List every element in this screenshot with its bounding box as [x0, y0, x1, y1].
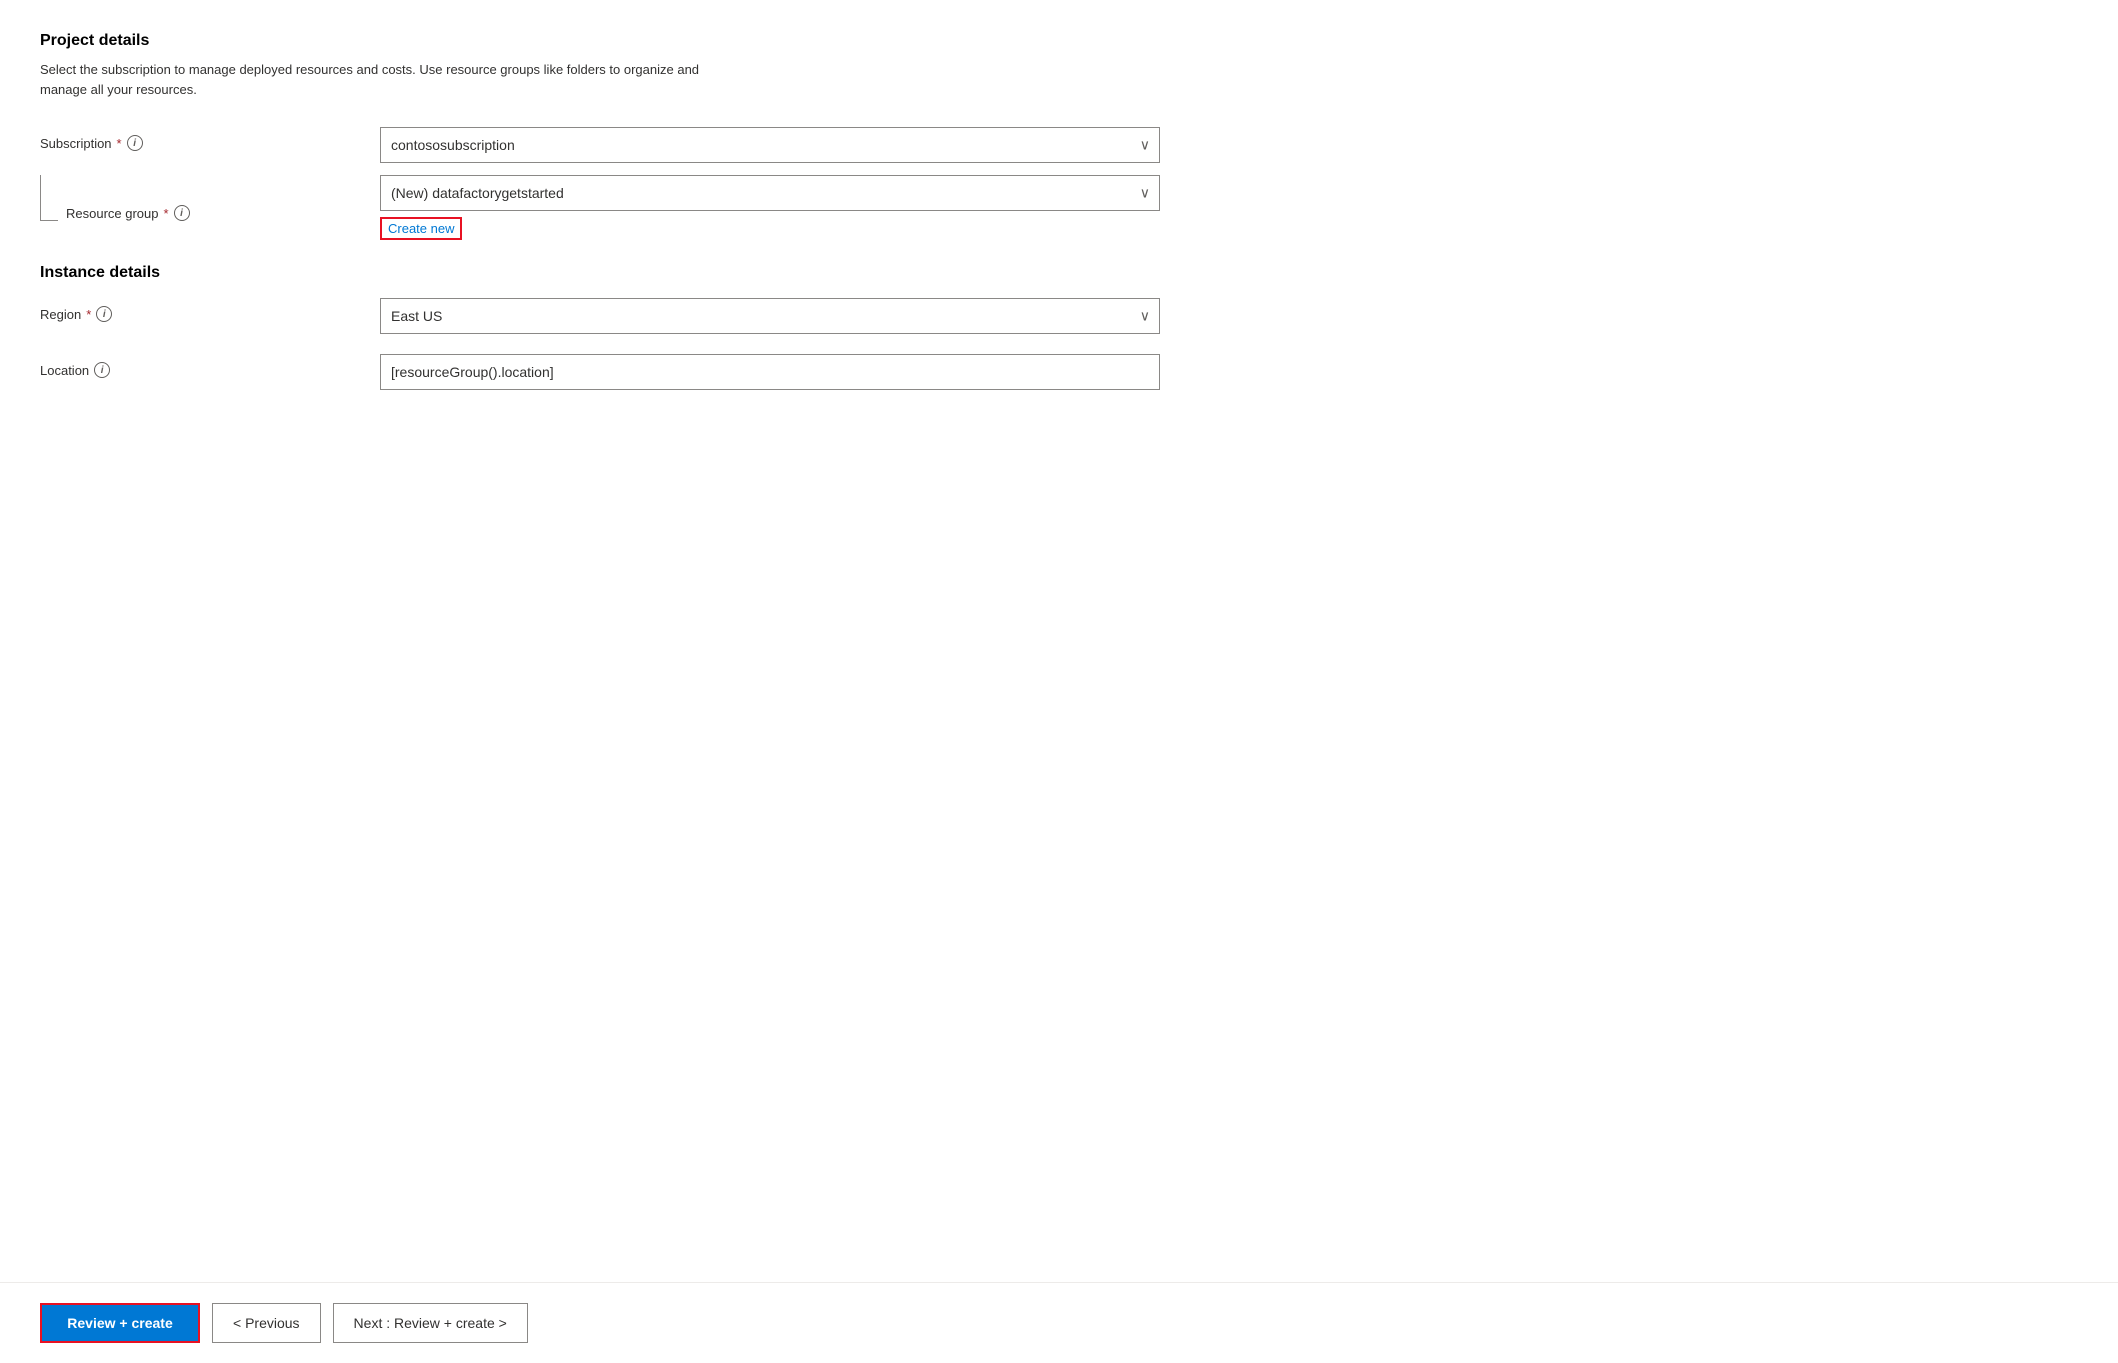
region-select[interactable]: East US — [380, 298, 1160, 334]
subscription-label-container: Subscription * i — [40, 127, 380, 151]
location-form-row: Location i — [40, 354, 2078, 390]
region-required: * — [86, 307, 91, 322]
region-form-row: Region * i East US — [40, 298, 2078, 334]
create-new-link[interactable]: Create new — [380, 217, 462, 240]
resource-group-select[interactable]: (New) datafactorygetstarted — [380, 175, 1160, 211]
location-control — [380, 354, 1160, 390]
project-details-section: Project details Select the subscription … — [40, 32, 2078, 240]
project-details-title: Project details — [40, 32, 2078, 50]
instance-details-section: Instance details Region * i East US Loca… — [40, 264, 2078, 390]
location-info-icon[interactable]: i — [94, 362, 110, 378]
next-button[interactable]: Next : Review + create > — [333, 1303, 528, 1343]
region-select-wrapper: East US — [380, 298, 1160, 334]
region-label-container: Region * i — [40, 298, 380, 322]
instance-details-title: Instance details — [40, 264, 2078, 282]
resource-group-info-icon[interactable]: i — [174, 205, 190, 221]
subscription-required: * — [117, 136, 122, 151]
region-control: East US — [380, 298, 1160, 334]
resource-group-select-wrapper: (New) datafactorygetstarted — [380, 175, 1160, 211]
subscription-select-wrapper: contososubscription — [380, 127, 1160, 163]
resource-group-connector: Resource group * i — [40, 175, 380, 221]
review-create-button[interactable]: Review + create — [40, 1303, 200, 1343]
footer-bar: Review + create < Previous Next : Review… — [0, 1282, 2118, 1363]
resource-group-label: Resource group — [66, 206, 159, 221]
resource-group-form-row: Resource group * i (New) datafactorygets… — [40, 175, 2078, 240]
project-details-description: Select the subscription to manage deploy… — [40, 60, 740, 99]
subscription-label: Subscription — [40, 136, 112, 151]
subscription-info-icon[interactable]: i — [127, 135, 143, 151]
previous-button[interactable]: < Previous — [212, 1303, 321, 1343]
region-info-icon[interactable]: i — [96, 306, 112, 322]
subscription-control: contososubscription — [380, 127, 1160, 163]
location-label-container: Location i — [40, 354, 380, 378]
location-label: Location — [40, 363, 89, 378]
resource-group-required: * — [164, 206, 169, 221]
subscription-select[interactable]: contososubscription — [380, 127, 1160, 163]
location-input[interactable] — [380, 354, 1160, 390]
subscription-form-row: Subscription * i contososubscription — [40, 127, 2078, 163]
resource-group-control: (New) datafactorygetstarted Create new — [380, 175, 1160, 240]
region-label: Region — [40, 307, 81, 322]
